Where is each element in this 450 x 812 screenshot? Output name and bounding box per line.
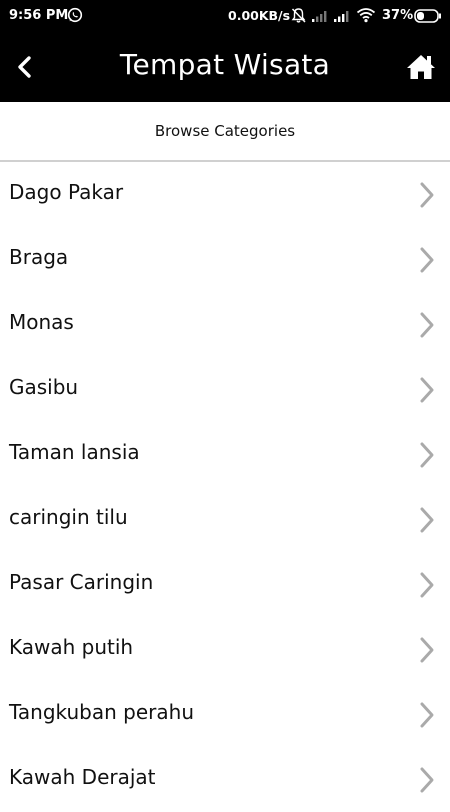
network-speed: 0.00KB/s <box>228 8 291 23</box>
list-item[interactable]: Dago Pakar <box>0 162 450 227</box>
chevron-right-icon <box>416 440 438 470</box>
list-item-label: Dago Pakar <box>9 180 124 204</box>
chevron-right-icon <box>416 505 438 535</box>
category-list: Dago Pakar Braga Monas Gasibu Taman lansia ca… <box>0 162 450 812</box>
list-item-label: Taman lansia <box>9 440 140 464</box>
list-item[interactable]: Taman lansia <box>0 422 450 487</box>
list-item[interactable]: Kawah Derajat <box>0 747 450 812</box>
chevron-right-icon <box>416 700 438 730</box>
battery-icon <box>414 9 442 27</box>
signal-icon <box>333 9 351 27</box>
chevron-right-icon <box>416 570 438 600</box>
home-icon <box>405 55 437 86</box>
list-item-label: Gasibu <box>9 375 79 399</box>
app-bar: Tempat Wisata <box>0 32 450 102</box>
chevron-right-icon <box>416 765 438 795</box>
list-item[interactable]: Tangkuban perahu <box>0 682 450 747</box>
browse-categories-header: Browse Categories <box>0 102 450 162</box>
list-item[interactable]: caringin tilu <box>0 487 450 552</box>
list-item[interactable]: Braga <box>0 227 450 292</box>
list-item-label: caringin tilu <box>9 505 128 529</box>
list-item-label: Kawah putih <box>9 635 134 659</box>
home-button[interactable] <box>405 52 437 82</box>
list-item-label: Pasar Caringin <box>9 570 154 594</box>
page-title: Tempat Wisata <box>119 48 331 81</box>
status-bar: 9:56 PM 0.00KB/s 37% <box>0 0 450 32</box>
battery-percent: 37% <box>382 8 414 23</box>
mute-icon <box>290 7 307 28</box>
list-item-label: Braga <box>9 245 69 269</box>
status-time: 9:56 PM <box>9 8 69 23</box>
list-item-label: Kawah Derajat <box>9 765 156 789</box>
chevron-right-icon <box>416 375 438 405</box>
list-item-label: Tangkuban perahu <box>9 700 194 724</box>
chevron-right-icon <box>416 180 438 210</box>
list-item[interactable]: Gasibu <box>0 357 450 422</box>
list-item[interactable]: Monas <box>0 292 450 357</box>
chevron-right-icon <box>416 310 438 340</box>
wifi-icon <box>356 7 376 27</box>
list-item[interactable]: Pasar Caringin <box>0 552 450 617</box>
signal-icon <box>311 9 329 27</box>
chevron-right-icon <box>416 245 438 275</box>
chevron-right-icon <box>416 635 438 665</box>
whatsapp-icon <box>67 7 83 27</box>
list-item[interactable]: Kawah putih <box>0 617 450 682</box>
list-item-label: Monas <box>9 310 74 334</box>
